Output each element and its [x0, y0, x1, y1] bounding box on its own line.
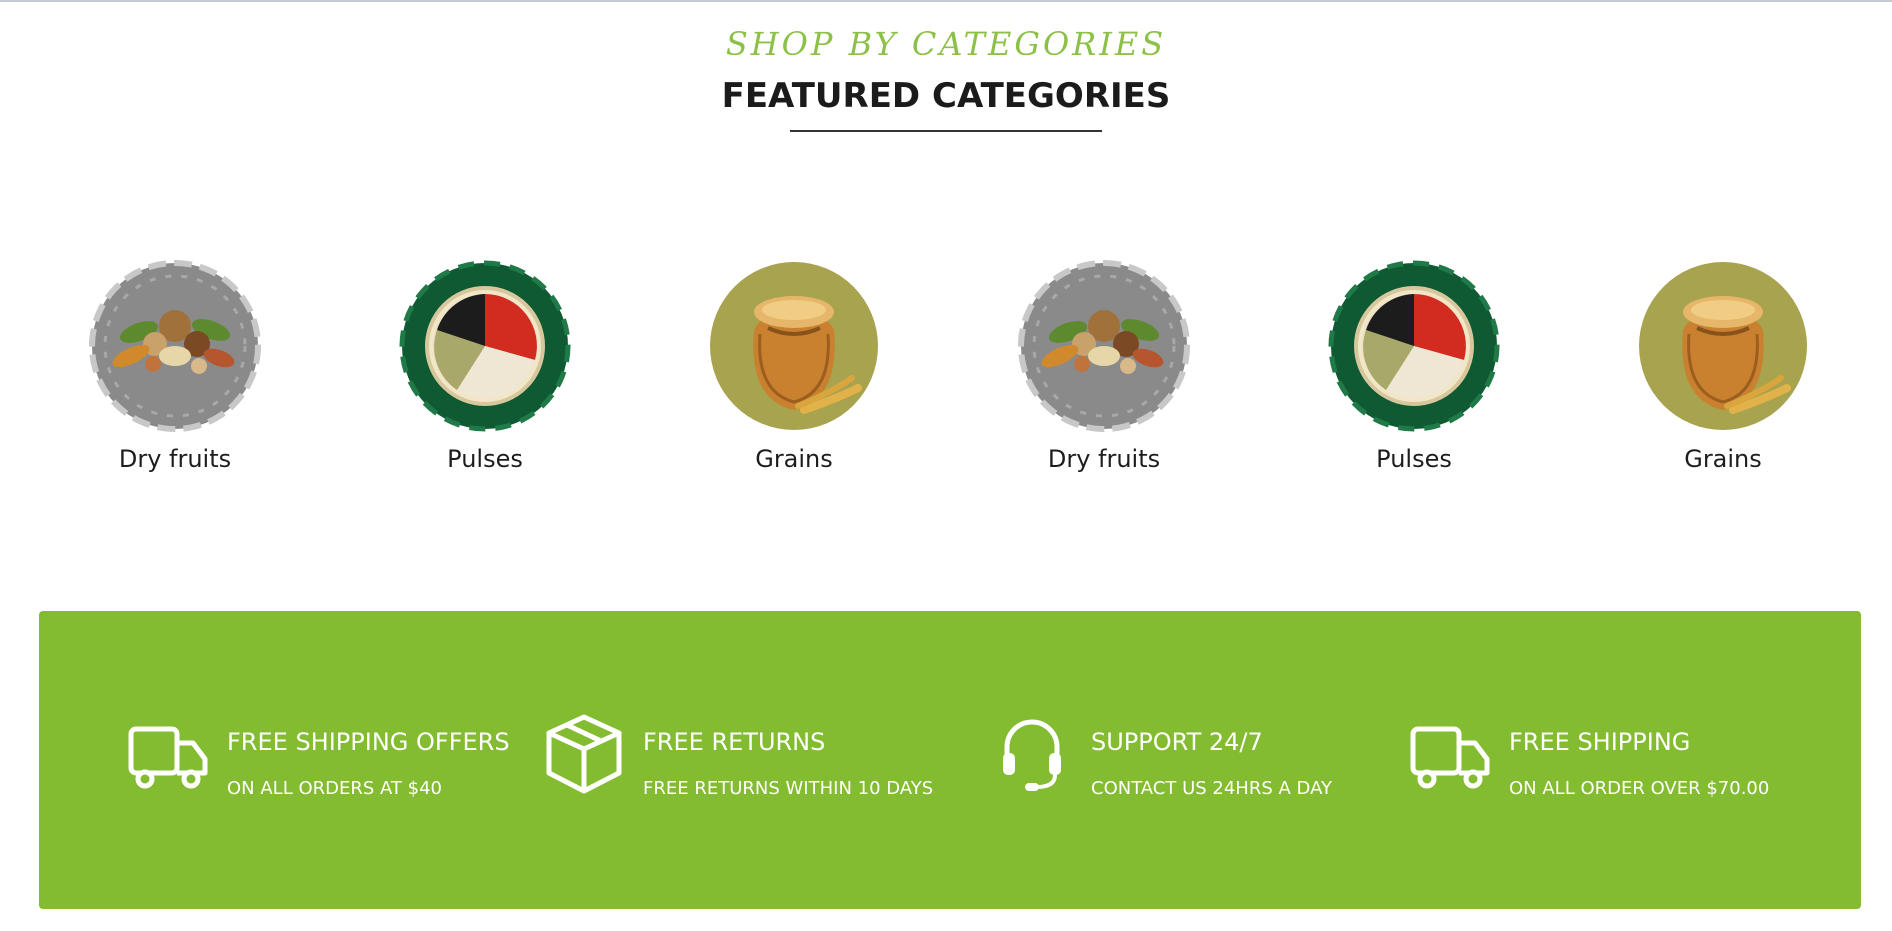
feature-subtitle: CONTACT US 24HRS A DAY — [1091, 778, 1332, 799]
section-title: FEATURED CATEGORIES — [721, 76, 1171, 116]
truck-icon — [128, 726, 208, 789]
category-label[interactable]: Dry fruits — [994, 444, 1214, 474]
features-banner: FREE SHIPPING OFFERS ON ALL ORDERS AT $4… — [39, 611, 1861, 909]
pulses-image[interactable] — [399, 260, 571, 432]
category-label[interactable]: Grains — [1613, 444, 1833, 474]
truck-icon — [1410, 726, 1490, 789]
category-list: Dry fruits Pulses Grains Dry fruits Puls… — [0, 260, 1892, 480]
top-border — [0, 0, 1892, 2]
feature-title: FREE SHIPPING — [1509, 728, 1691, 756]
category-item-dry-fruits[interactable]: Dry fruits — [65, 260, 285, 474]
dry-fruits-image[interactable] — [1018, 260, 1190, 432]
category-item-grains[interactable]: Grains — [1613, 260, 1833, 474]
feature-title: FREE SHIPPING OFFERS — [227, 728, 510, 756]
category-item-grains[interactable]: Grains — [684, 260, 904, 474]
grains-sack-image[interactable] — [708, 260, 880, 432]
category-label[interactable]: Grains — [684, 444, 904, 474]
feature-subtitle: FREE RETURNS WITHIN 10 DAYS — [643, 778, 934, 799]
feature-title: FREE RETURNS — [643, 728, 826, 756]
feature-title: SUPPORT 24/7 — [1091, 728, 1263, 756]
feature-support: SUPPORT 24/7 CONTACT US 24HRS A DAY — [999, 719, 1379, 821]
feature-free-shipping-offers: FREE SHIPPING OFFERS ON ALL ORDERS AT $4… — [127, 721, 527, 821]
category-label[interactable]: Dry fruits — [65, 444, 285, 474]
category-label[interactable]: Pulses — [1304, 444, 1524, 474]
feature-free-shipping: FREE SHIPPING ON ALL ORDER OVER $70.00 — [1409, 721, 1809, 821]
headset-icon — [1003, 719, 1061, 791]
grains-sack-image[interactable] — [1637, 260, 1809, 432]
section-header: SHOP BY CATEGORIES FEATURED CATEGORIES — [0, 22, 1892, 132]
category-item-dry-fruits[interactable]: Dry fruits — [994, 260, 1214, 474]
section-kicker: SHOP BY CATEGORIES — [725, 25, 1167, 63]
dry-fruits-image[interactable] — [89, 260, 261, 432]
pulses-image[interactable] — [1328, 260, 1500, 432]
title-underline — [790, 130, 1102, 132]
category-item-pulses[interactable]: Pulses — [375, 260, 595, 474]
feature-subtitle: ON ALL ORDER OVER $70.00 — [1509, 778, 1770, 799]
feature-subtitle: ON ALL ORDERS AT $40 — [227, 778, 442, 799]
feature-free-returns: FREE RETURNS FREE RETURNS WITHIN 10 DAYS — [543, 714, 983, 821]
category-item-pulses[interactable]: Pulses — [1304, 260, 1524, 474]
category-label[interactable]: Pulses — [375, 444, 595, 474]
box-icon — [546, 714, 622, 794]
